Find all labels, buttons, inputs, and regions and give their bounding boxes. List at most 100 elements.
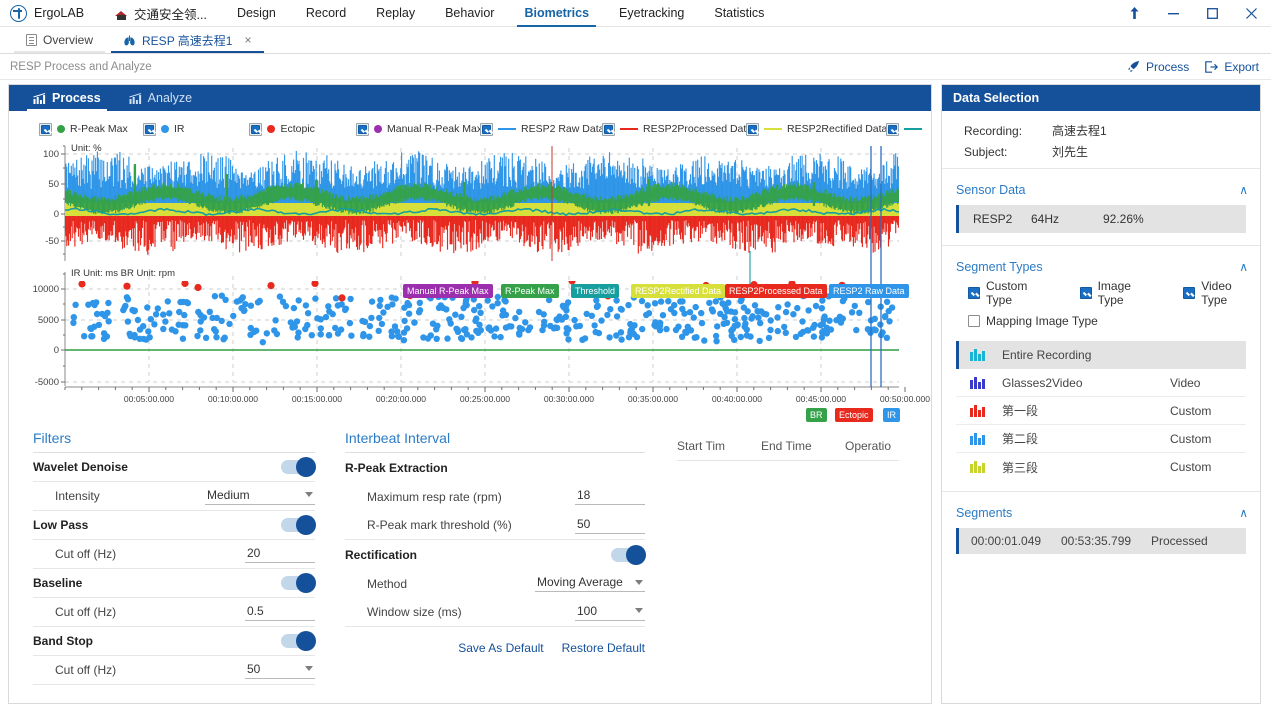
legend-item-resp2-raw-data[interactable]: RESP2 Raw Data [480,123,602,136]
legend-checkbox[interactable] [886,123,899,136]
mode-tab-process[interactable]: Process [21,85,113,111]
chevron-up-icon[interactable]: ∧ [1239,183,1248,197]
legend-item-manual-r-peak-max[interactable]: Manual R-Peak Max [356,123,480,136]
save-as-default-link[interactable]: Save As Default [458,641,543,655]
filter-toggle[interactable] [281,634,315,648]
legend-item-resp2-processed-data[interactable]: RESP2Processed Data [602,123,746,136]
filter-wavelet-denoise: Wavelet Denoise [33,453,315,482]
chart-icon [33,93,46,104]
window-size-select[interactable]: 100 [575,604,645,621]
legend-checkbox[interactable] [480,123,493,136]
page-title: RESP Process and Analyze [0,61,152,73]
process-button[interactable]: Process [1127,60,1189,74]
rocket-icon [1127,60,1140,73]
segment-list-item-entire-recording[interactable]: Entire Recording [956,341,1246,369]
nav-item-eyetracking[interactable]: Eyetracking [604,0,699,27]
checkbox-label: Image Type [1098,279,1160,307]
nav-item-project[interactable]: 交通安全领... [100,0,222,27]
biosignal-chart[interactable]: 100 50 0 -50 Unit: % [9,139,933,424]
minimize-icon[interactable] [1154,0,1193,27]
checkbox-mapping-image-type[interactable]: Mapping Image Type [968,314,1098,328]
badge-r-peak-max[interactable]: R-Peak Max [501,284,559,298]
filter-toggle[interactable] [281,576,315,590]
nav-item-design[interactable]: Design [222,0,291,27]
legend-item-resp2-rectified-data[interactable]: RESP2Rectified Data [746,123,886,136]
band-stop-cutoff-select[interactable]: 50 [245,662,315,679]
tab-overview[interactable]: Overview [14,27,105,53]
legend-item-r-peak-max[interactable]: R-Peak Max [39,123,143,136]
checkbox-custom-type[interactable]: Custom Type [968,279,1056,307]
checkbox-video-type[interactable]: Video Type [1183,279,1260,307]
legend-checkbox[interactable] [356,123,369,136]
sensor-row-resp2[interactable]: RESP2 64Hz 92.26% [956,205,1246,233]
events-table-body[interactable] [677,461,899,641]
rectification-toggle[interactable] [611,548,645,562]
filter-wavelet-denoise-intensity: Intensity Medium [33,482,315,511]
chevron-up-icon[interactable]: ∧ [1239,260,1248,274]
rectification-method-select[interactable]: Moving Average [535,575,645,592]
badge-manual-r-peak-max[interactable]: Manual R-Peak Max [403,284,493,298]
segments-row[interactable]: 00:00:01.049 00:53:35.799 Processed [956,528,1246,554]
legend-checkbox[interactable] [39,123,52,136]
segments-group-header[interactable]: Segments ∧ [942,498,1260,528]
segment-list-item-glasses2video[interactable]: Glasses2Video Video [956,369,1246,397]
filter-toggle[interactable] [281,518,315,532]
nav-item-record[interactable]: Record [291,0,361,27]
legend-checkbox[interactable] [249,123,262,136]
legend-checkbox[interactable] [746,123,759,136]
nav-item-biometrics[interactable]: Biometrics [509,0,604,27]
legend-label: RESP2Rectified Data [787,123,887,135]
legend-checkbox[interactable] [602,123,615,136]
events-table-header: Start Tim End Time Operatio [677,439,899,461]
legend-item-ir[interactable]: IR [143,123,250,136]
segment-label: Entire Recording [1002,348,1170,362]
export-button[interactable]: Export [1205,60,1259,74]
max-resp-rate-input[interactable]: 18 [575,488,645,505]
chevron-up-icon[interactable]: ∧ [1239,506,1248,520]
badge-resp2-raw-data[interactable]: RESP2 Raw Data [829,284,909,298]
sensor-data-group-header[interactable]: Sensor Data ∧ [942,175,1260,205]
badge-ectopic[interactable]: Ectopic [835,408,873,422]
filter-baseline: Baseline [33,569,315,598]
checkbox-box [1183,287,1195,299]
nav-item-statistics[interactable]: Statistics [699,0,779,27]
pin-icon[interactable] [1115,0,1154,27]
r-peak-threshold-input[interactable]: 50 [575,517,645,534]
close-icon[interactable] [1232,0,1271,27]
segment-list-item-first[interactable]: 第一段 Custom [956,397,1246,425]
nav-label: Design [237,6,276,20]
maximize-icon[interactable] [1193,0,1232,27]
nav-label: Biometrics [524,6,589,20]
checkbox-image-type[interactable]: Image Type [1080,279,1160,307]
low-pass-cutoff-input[interactable]: 20 [245,546,315,563]
legend-item-ectopic[interactable]: Ectopic [249,123,356,136]
badge-ir[interactable]: IR [883,408,900,422]
badge-resp2-processed-data[interactable]: RESP2Processed Data [725,284,827,298]
mode-tab-analyze[interactable]: Analyze [117,85,204,111]
legend-item-threshold[interactable] [886,123,927,136]
baseline-cutoff-input[interactable]: 0.5 [245,604,315,621]
tab-close-icon[interactable]: × [245,33,252,47]
segment-list-item-third[interactable]: 第三段 Custom [956,453,1246,481]
legend-label: Ectopic [280,123,314,135]
segment-type-checkbox-row-1: Custom Type Image Type Video Type [942,282,1260,304]
chart-area[interactable]: 100 50 0 -50 Unit: % [9,139,933,429]
intensity-select[interactable]: Medium [205,488,315,505]
badge-br[interactable]: BR [806,408,827,422]
filter-toggle[interactable] [281,460,315,474]
nav-item-replay[interactable]: Replay [361,0,430,27]
legend-checkbox[interactable] [143,123,156,136]
svg-text:00:20:00.000: 00:20:00.000 [376,394,426,404]
restore-default-link[interactable]: Restore Default [562,641,645,655]
tab-resp[interactable]: RESP 高速去程1 × [111,27,264,53]
nav-item-behavior[interactable]: Behavior [430,0,509,27]
nav-label: Statistics [714,6,764,20]
chevron-down-icon [635,608,643,613]
badge-resp2-rectified-data[interactable]: RESP2Rectified Data [631,284,725,298]
badge-threshold[interactable]: Threshold [571,284,619,298]
app-root: ErgoLAB 交通安全领... Design Record Replay Be… [0,0,1271,715]
segment-list-item-second[interactable]: 第二段 Custom [956,425,1246,453]
lungs-icon [123,34,136,47]
segment-types-group-header[interactable]: Segment Types ∧ [942,252,1260,282]
title-bar: ErgoLAB 交通安全领... Design Record Replay Be… [0,0,1271,27]
